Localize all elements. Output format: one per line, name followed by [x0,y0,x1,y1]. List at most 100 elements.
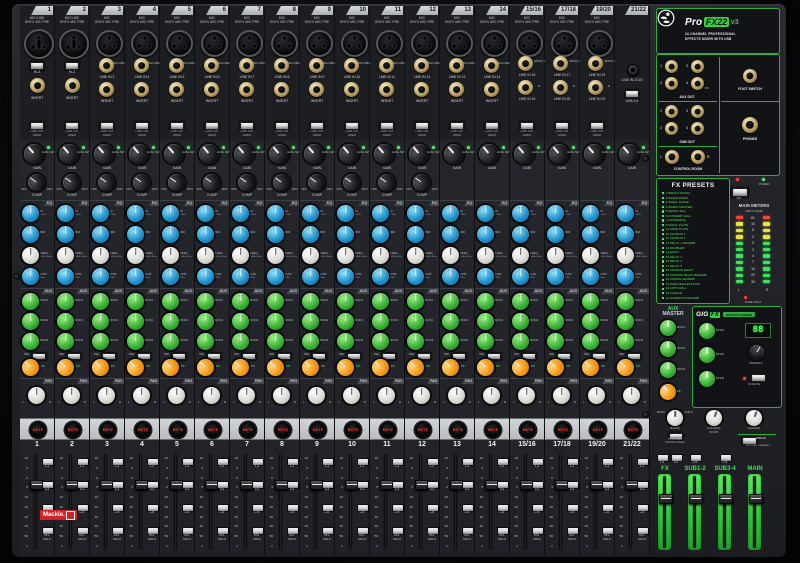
aux-mon3-knob[interactable] [267,333,284,350]
pan-knob[interactable] [343,387,360,404]
aux-mon2-knob[interactable] [617,313,634,330]
aux-mon2-knob[interactable] [127,313,144,330]
master-fader-cap-main[interactable] [748,494,763,504]
aux-master-mon2-knob[interactable] [660,341,676,357]
aux-mon3-knob[interactable] [92,333,109,350]
aux-master-fx-knob[interactable] [656,380,680,404]
aux-mon1-knob[interactable] [617,293,634,310]
eq-mid-knob[interactable] [22,226,39,243]
aux-mon2-knob[interactable] [232,313,249,330]
eq-low-knob[interactable] [92,268,109,285]
eq-low-knob[interactable] [162,268,179,285]
aux-mon2-knob[interactable] [302,313,319,330]
eq-freq-knob[interactable] [267,247,284,264]
eq-freq-knob[interactable] [22,247,39,264]
mute-button[interactable]: MUTE [380,422,396,438]
gigfx-mon2-knob[interactable] [699,347,715,363]
aux-mon1-knob[interactable] [92,293,109,310]
eq-mid-knob[interactable] [162,226,179,243]
master-fader-cap-sub3-4[interactable] [718,494,733,504]
pan-knob[interactable] [63,387,80,404]
comp-knob[interactable] [304,170,329,195]
comp-knob[interactable] [374,170,399,195]
mute-button[interactable]: MUTE [65,422,81,438]
aux-mon2-knob[interactable] [22,313,39,330]
eq-freq-knob[interactable] [617,247,634,264]
eq-low-knob[interactable] [582,268,599,285]
aux-mon3-knob[interactable] [232,333,249,350]
aux-mon1-knob[interactable] [407,293,424,310]
hiz-switch[interactable] [30,62,44,70]
aux-mon1-knob[interactable] [337,293,354,310]
comp-knob[interactable] [269,170,294,195]
eq-freq-knob[interactable] [197,247,214,264]
comp-knob[interactable] [59,170,84,195]
eq-hi-knob[interactable] [547,205,564,222]
eq-hi-knob[interactable] [57,205,74,222]
pan-knob[interactable] [98,387,115,404]
eq-hi-knob[interactable] [232,205,249,222]
mute-button[interactable]: MUTE [590,422,606,438]
aux-mon3-knob[interactable] [547,333,564,350]
aux-mon2-knob[interactable] [92,313,109,330]
pan-knob[interactable] [518,387,535,404]
eq-low-knob[interactable] [57,268,74,285]
eq-mid-knob[interactable] [442,226,459,243]
eq-freq-knob[interactable] [582,247,599,264]
fx-mute-switch[interactable] [751,374,766,382]
pan-knob[interactable] [308,387,325,404]
eq-low-knob[interactable] [197,268,214,285]
pan-knob[interactable] [588,387,605,404]
eq-low-knob[interactable] [337,268,354,285]
hiz-switch[interactable] [65,62,79,70]
aux-mon2-knob[interactable] [407,313,424,330]
aux-mon2-knob[interactable] [547,313,564,330]
gigfx-mon1-knob[interactable] [699,323,715,339]
pan-knob[interactable] [238,387,255,404]
eq-hi-knob[interactable] [197,205,214,222]
comp-knob[interactable] [199,170,224,195]
eq-mid-knob[interactable] [127,226,144,243]
aux-master-mon3-knob[interactable] [660,362,676,378]
eq-mid-knob[interactable] [337,226,354,243]
comp-knob[interactable] [339,170,364,195]
aux-mon1-knob[interactable] [22,293,39,310]
eq-mid-knob[interactable] [582,226,599,243]
mute-button[interactable]: MUTE [520,422,536,438]
usb-3-4-switch[interactable] [625,90,639,98]
eq-freq-knob[interactable] [162,247,179,264]
aux-mon2-knob[interactable] [57,313,74,330]
blend-knob[interactable] [667,410,683,426]
pan-knob[interactable] [168,387,185,404]
aux-mon3-knob[interactable] [22,333,39,350]
aux-mon2-knob[interactable] [442,313,459,330]
eq-hi-knob[interactable] [92,205,109,222]
mute-button[interactable]: MUTE [240,422,256,438]
aux-mon2-knob[interactable] [337,313,354,330]
eq-low-knob[interactable] [267,268,284,285]
aux-mon3-knob[interactable] [442,333,459,350]
comp-knob[interactable] [24,170,49,195]
comp-knob[interactable] [234,170,259,195]
eq-freq-knob[interactable] [442,247,459,264]
eq-freq-knob[interactable] [232,247,249,264]
eq-freq-knob[interactable] [512,247,529,264]
gigfx-mon3-knob[interactable] [699,371,715,387]
aux-mon3-knob[interactable] [512,333,529,350]
aux-mon1-knob[interactable] [302,293,319,310]
eq-mid-knob[interactable] [92,226,109,243]
eq-low-knob[interactable] [22,268,39,285]
eq-hi-knob[interactable] [407,205,424,222]
aux-mon2-knob[interactable] [582,313,599,330]
eq-low-knob[interactable] [477,268,494,285]
eq-mid-knob[interactable] [477,226,494,243]
pan-knob[interactable] [203,387,220,404]
eq-low-knob[interactable] [512,268,529,285]
eq-freq-knob[interactable] [92,247,109,264]
aux-mon2-knob[interactable] [372,313,389,330]
mute-button[interactable]: MUTE [555,422,571,438]
eq-low-knob[interactable] [232,268,249,285]
aux-mon3-knob[interactable] [617,333,634,350]
aux-mon2-knob[interactable] [267,313,284,330]
pan-knob[interactable] [553,387,570,404]
